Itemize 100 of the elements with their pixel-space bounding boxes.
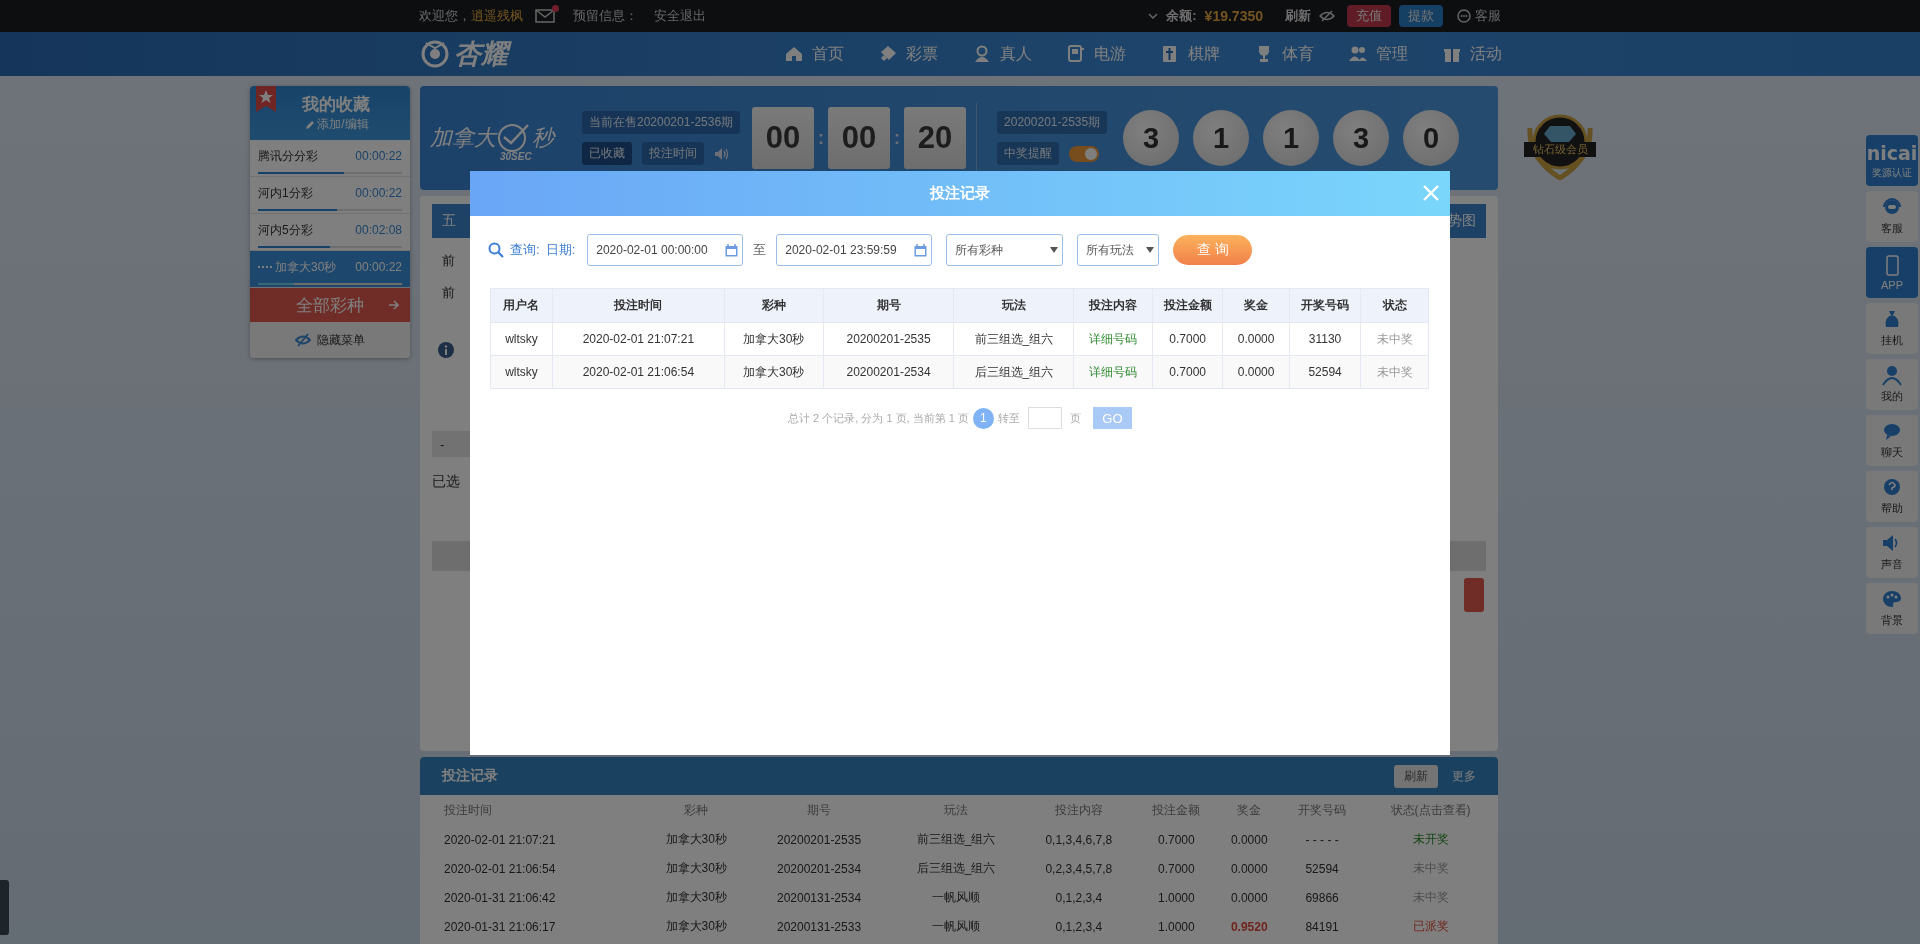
table-cell: 加拿大30秒 [724, 322, 824, 356]
table-cell-text: 2020-01-31 21:06:17 [443, 918, 557, 936]
play-type-select[interactable]: 所有玩法 [1077, 234, 1160, 266]
column-header: 投注时间 [443, 801, 493, 819]
nav-item[interactable]: 彩票 [878, 43, 938, 65]
column-header: 开奖号码 [1289, 288, 1361, 323]
column-header: 彩种 [683, 801, 710, 819]
sidebar-item[interactable]: 客服 [1866, 191, 1918, 242]
draw-number-ball: 1 [1263, 110, 1320, 166]
service-link[interactable]: 客服 [1457, 7, 1501, 25]
favorite-item[interactable]: 河内1分彩 00:00:22 [250, 177, 410, 214]
countdown-separator: : [894, 127, 901, 149]
page-button[interactable]: 1 [972, 407, 994, 429]
selected-marker-icon [258, 266, 272, 269]
table-cell-text: 加拿大30秒 [664, 860, 728, 877]
status-link[interactable]: 未开奖 [1363, 825, 1498, 854]
sidebar-item[interactable]: 声音 [1866, 527, 1918, 578]
table-cell-text: 0.0000 [1229, 831, 1269, 849]
speaker-icon[interactable] [714, 146, 730, 161]
user-icon [1881, 365, 1903, 387]
logout-link[interactable]: 安全退出 [654, 7, 706, 25]
nav-item[interactable]: 体育 [1254, 43, 1314, 65]
column-header: 彩种 [724, 288, 824, 323]
query-button[interactable]: 查 询 [1173, 235, 1253, 265]
countdown-time: 00:00:22 [355, 186, 402, 201]
table-cell-text: 1.0000 [1157, 889, 1196, 907]
deposit-button[interactable]: 充值 [1347, 5, 1391, 27]
chevron-down-icon[interactable] [1148, 12, 1159, 20]
nav-item[interactable]: 棋牌 [1160, 43, 1220, 65]
withdraw-button[interactable]: 提款 [1399, 5, 1443, 27]
date-to-field[interactable]: 2020-02-01 23:59:59 [776, 234, 933, 266]
nav-item[interactable]: 管理 [1348, 43, 1408, 65]
draw-number-ball: 3 [1123, 110, 1180, 166]
table-cell: 前三组选_组六 [954, 322, 1074, 356]
sidebar-item[interactable]: 聊天 [1866, 415, 1918, 466]
refresh-link[interactable]: 刷新 [1285, 7, 1311, 25]
eye-slash-icon[interactable] [1319, 10, 1335, 22]
chat-bubble-icon [1457, 9, 1471, 23]
all-lotteries-button[interactable]: 全部彩种 [250, 288, 410, 322]
detail-link[interactable]: 详细号码 [1073, 355, 1153, 389]
detail-link[interactable]: 详细号码 [1073, 322, 1153, 356]
win-alert-toggle[interactable] [1069, 145, 1100, 162]
lottery-name: 河内5分彩 [258, 221, 313, 239]
column-header: 状态(点击查看) [1389, 801, 1472, 819]
column-header: 开奖号码 [1297, 801, 1348, 819]
search-icon [488, 242, 504, 258]
table-cell: 20200201-2534 [823, 355, 954, 389]
sidebar-item[interactable]: nicai 奖源认证 [1866, 135, 1918, 186]
sidebar-item[interactable]: APP [1866, 247, 1918, 298]
lottery-name: 腾讯分分彩 [258, 147, 318, 165]
home-icon [784, 44, 804, 64]
play-row-label: 前 [442, 284, 456, 302]
date-from-field[interactable]: 2020-02-01 00:00:00 [587, 234, 744, 266]
more-link[interactable]: 更多 [1452, 767, 1476, 785]
column-header: 奖金 [1236, 801, 1263, 819]
lottery-logo-name: 加拿大 [430, 124, 496, 152]
sidebar-item[interactable]: 帮助 [1866, 471, 1918, 522]
favorite-item[interactable]: 加拿大30秒 00:00:22 [250, 251, 410, 288]
column-header: 用户名 [490, 288, 553, 323]
calendar-icon[interactable] [725, 243, 739, 257]
go-button[interactable]: GO [1092, 407, 1132, 429]
nav-item[interactable]: 真人 [972, 43, 1032, 65]
selected-label: 已选 [432, 473, 461, 491]
nav-item[interactable]: 活动 [1442, 43, 1502, 65]
refresh-button[interactable]: 刷新 [1394, 764, 1438, 788]
sidebar-item[interactable]: 挂机 [1866, 303, 1918, 354]
status-link[interactable]: 已派奖 [1363, 912, 1498, 941]
hide-menu-button[interactable]: 隐藏菜单 [250, 322, 410, 358]
welcome-text: 欢迎您， [419, 7, 471, 25]
caret-down-icon [1146, 247, 1155, 253]
calendar-icon[interactable] [914, 243, 928, 257]
table-cell: 未中奖 [1360, 355, 1429, 389]
info-icon [438, 342, 454, 358]
brand-logo: nicai [1866, 141, 1918, 164]
side-handle-icon[interactable] [0, 880, 9, 935]
lottery-type-select[interactable]: 所有彩种 [946, 234, 1064, 266]
goto-label: 转至 [997, 410, 1020, 426]
decrease-button[interactable]: - [432, 431, 472, 457]
edit-favorites-link[interactable]: 添加/编辑 [305, 116, 369, 133]
close-icon[interactable] [1422, 184, 1440, 202]
column-header: 投注金额 [1151, 801, 1202, 819]
countdown-time: 00:00:22 [355, 260, 402, 275]
check-circle-icon [496, 123, 532, 153]
badge-label: 钻石级会员 [1524, 142, 1596, 157]
sidebar-item[interactable]: 背景 [1866, 583, 1918, 634]
table-cell-text: - - - - - [1304, 831, 1340, 849]
countdown-digit: 20 [904, 107, 967, 169]
nav-item[interactable]: 电游 [1066, 43, 1126, 65]
table-cell-text: 0,1,3,4,6,7,8 [1044, 831, 1114, 849]
sidebar-item[interactable]: 我的 [1866, 359, 1918, 410]
table-cell-text: 加拿大30秒 [664, 918, 728, 935]
favorite-item[interactable]: 腾讯分分彩 00:00:22 [250, 140, 410, 177]
favorites-title: 我的收藏 [302, 94, 370, 116]
table-cell-text: 0.9520 [1229, 918, 1269, 936]
to-label: 至 [753, 241, 767, 259]
username-link[interactable]: 逍遥残枫 [471, 7, 523, 25]
section-title: 五 [442, 212, 456, 230]
query-label: 查询: [510, 241, 540, 259]
page-input[interactable] [1027, 407, 1062, 429]
nav-item[interactable]: 首页 [784, 43, 844, 65]
